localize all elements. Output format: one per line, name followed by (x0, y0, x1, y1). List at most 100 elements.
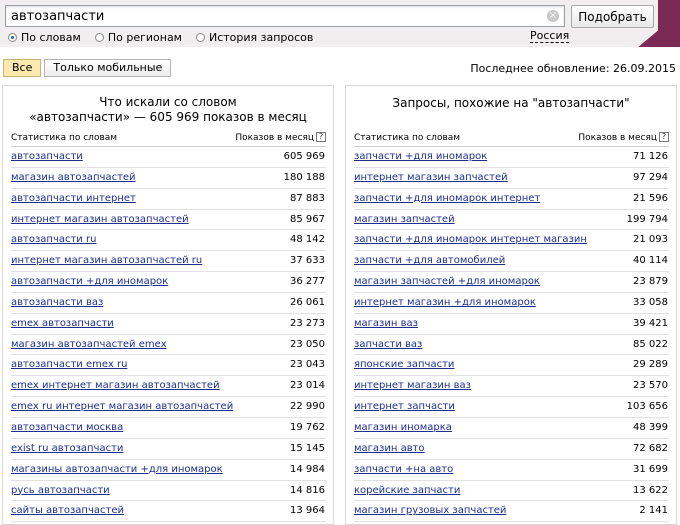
impressions-count: 71 126 (633, 151, 668, 162)
mode-label: По словам (21, 30, 81, 44)
keyword-link[interactable]: корейские запчасти (354, 485, 460, 496)
impressions-count: 48 399 (633, 421, 668, 433)
impressions-count: 23 570 (633, 380, 668, 392)
region-link[interactable]: Россия (530, 30, 570, 43)
impressions-count: 2 141 (639, 505, 668, 517)
search-mode-group: По словам По регионам История запросов (8, 30, 327, 44)
keyword-link[interactable]: автозапчасти (11, 151, 83, 162)
keyword-link[interactable]: магазин автозапчастей (11, 172, 136, 183)
keyword-link[interactable]: русь автозапчасти (11, 485, 110, 496)
impressions-count: 180 188 (283, 171, 325, 183)
radio-icon[interactable] (8, 32, 17, 42)
impressions-count: 39 421 (633, 317, 668, 329)
table-row: автозапчасти emex ru 23 043 (11, 355, 326, 377)
impressions-count: 87 883 (290, 192, 325, 204)
impressions-count: 48 142 (290, 234, 325, 246)
help-icon[interactable]: ? (659, 132, 669, 142)
keyword-link[interactable]: магазин грузовых запчастей (354, 505, 506, 516)
table-row: магазин иномарка 48 399 (354, 418, 669, 439)
keyword-link[interactable]: магазин авто (354, 443, 425, 454)
impressions-count: 199 794 (626, 213, 668, 225)
submit-button[interactable]: Подобрать (571, 5, 654, 28)
keyword-link[interactable]: автозапчасти интернет (11, 193, 136, 204)
filter-all-button[interactable]: Все (3, 59, 42, 77)
keyword-link[interactable]: автозапчасти ваз (11, 297, 103, 308)
device-filter: Все Только мобильные (3, 59, 172, 77)
column-header-count: Показов в месяц (235, 133, 314, 143)
impressions-count: 21 596 (633, 192, 668, 204)
table-row: запчасти +для иномарок 71 126 (354, 147, 669, 168)
impressions-count: 36 277 (290, 276, 325, 288)
impressions-count: 85 022 (633, 338, 668, 350)
filter-mobile-button[interactable]: Только мобильные (44, 59, 172, 77)
panel-title-line1: Что искали со словом (99, 95, 237, 109)
mode-by-words[interactable]: По словам (8, 31, 81, 44)
keyword-link[interactable]: интернет магазин +для иномарок (354, 297, 536, 308)
table-header: Статистика по словам Показов в месяц ? (354, 131, 669, 147)
impressions-count: 33 058 (633, 296, 668, 308)
keyword-link[interactable]: запчасти ваз (354, 339, 422, 350)
table-row: интернет магазин автозапчастей 85 967 (11, 210, 326, 231)
table-row: запчасти +для иномарок интернет 21 596 (354, 189, 669, 210)
keyword-link[interactable]: exist ru автозапчасти (11, 443, 123, 454)
keyword-link[interactable]: интернет магазин автозапчастей (11, 214, 189, 225)
table-row: корейские запчасти 13 622 (354, 481, 669, 502)
table-row: магазин запчастей 199 794 (354, 210, 669, 231)
table-row: магазины автозапчасти +для иномарок 14 98… (11, 460, 326, 481)
table-row: автозапчасти 605 969 (11, 147, 326, 168)
keyword-link[interactable]: emex ru интернет магазин автозапчастей (11, 401, 233, 412)
impressions-count: 13 622 (633, 484, 668, 496)
keyword-link[interactable]: магазины автозапчасти +для иномарок (11, 464, 223, 475)
keyword-link[interactable]: emex интернет магазин автозапчастей (11, 380, 220, 391)
impressions-count: 23 014 (290, 380, 325, 392)
search-box[interactable]: × (5, 5, 565, 27)
panel-title: Что искали со словом «автозапчасти» — 60… (3, 95, 333, 125)
similar-queries-panel: Запросы, похожие на "автозапчасти" Стати… (345, 85, 677, 525)
keyword-link[interactable]: магазин ваз (354, 318, 418, 329)
keyword-link[interactable]: запчасти +для иномарок интернет (354, 193, 540, 204)
table-row: запчасти +для автомобилей 40 114 (354, 251, 669, 273)
keyword-link[interactable]: запчасти +для иномарок интернет магазин (354, 234, 587, 245)
keyword-link[interactable]: запчасти +на авто (354, 464, 453, 475)
mode-history[interactable]: История запросов (195, 30, 314, 44)
column-header-count: Показов в месяц (578, 133, 657, 143)
keyword-link[interactable]: emex автозапчасти (11, 318, 114, 329)
table-row: emex ru интернет магазин автозапчастей 22… (11, 397, 326, 418)
keyword-link[interactable]: интернет магазин запчастей (354, 172, 508, 183)
keyword-link[interactable]: интернет запчасти (354, 401, 455, 412)
impressions-count: 14 984 (290, 463, 325, 475)
radio-icon[interactable] (195, 32, 205, 42)
keyword-link[interactable]: запчасти +для автомобилей (354, 255, 505, 266)
keyword-link[interactable]: интернет магазин автозапчастей ru (11, 255, 202, 266)
keyword-link[interactable]: магазин запчастей (354, 214, 455, 225)
table-row: автозапчасти +для иномарок 36 277 (11, 272, 326, 293)
impressions-count: 97 294 (633, 171, 668, 183)
keyword-link[interactable]: автозапчасти ru (11, 234, 96, 245)
keyword-link[interactable]: запчасти +для иномарок (354, 151, 487, 162)
keyword-link[interactable]: магазин запчастей +для иномарок (354, 276, 540, 287)
impressions-count: 23 043 (290, 359, 325, 371)
keyword-link[interactable]: автозапчасти +для иномарок (11, 276, 168, 287)
impressions-count: 15 145 (290, 442, 325, 454)
clear-icon[interactable]: × (547, 10, 559, 22)
keyword-link[interactable]: автозапчасти emex ru (11, 359, 127, 370)
keyword-link[interactable]: магазин иномарка (354, 422, 452, 433)
table-row: магазин авто 72 682 (354, 439, 669, 460)
keyword-link[interactable]: сайты автозапчастей (11, 505, 124, 516)
impressions-count: 22 990 (290, 401, 325, 413)
impressions-count: 29 289 (633, 359, 668, 371)
keyword-link[interactable]: интернет магазин ваз (354, 380, 471, 391)
table-row: автозапчасти ваз 26 061 (11, 293, 326, 314)
help-icon[interactable]: ? (316, 132, 326, 142)
table-row: автозапчасти москва 19 762 (11, 418, 326, 439)
impressions-count: 23 050 (290, 338, 325, 350)
search-input[interactable] (6, 6, 536, 26)
keyword-link[interactable]: японские запчасти (354, 359, 454, 370)
radio-icon[interactable] (94, 32, 104, 42)
keyword-link[interactable]: автозапчасти москва (11, 422, 123, 433)
keyword-link[interactable]: магазин автозапчастей emex (11, 339, 167, 350)
impressions-count: 605 969 (283, 151, 325, 162)
mode-label: История запросов (208, 30, 314, 44)
panel-title: Запросы, похожие на "автозапчасти" (392, 96, 630, 110)
mode-by-regions[interactable]: По регионам (94, 31, 182, 44)
